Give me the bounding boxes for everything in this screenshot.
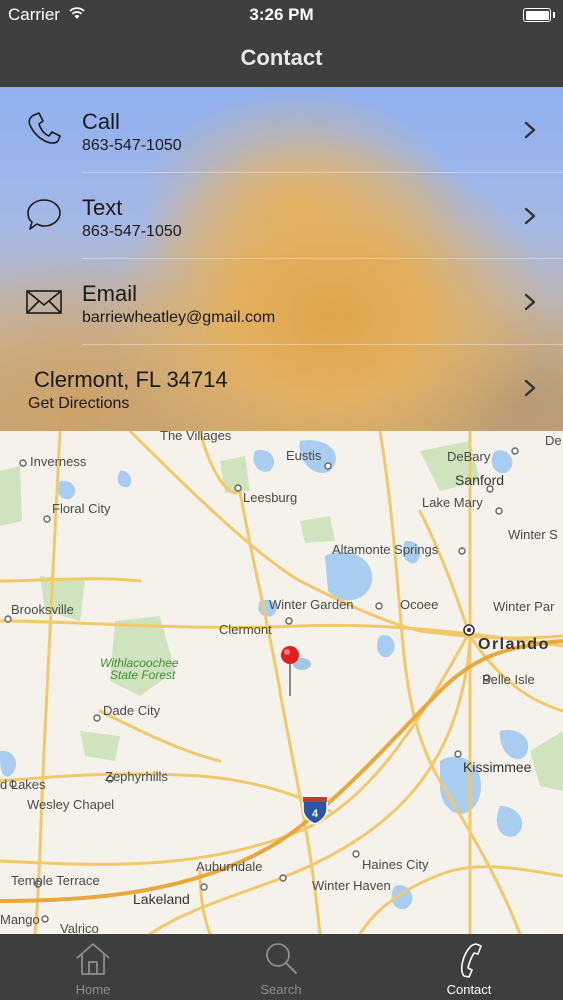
tab-home[interactable]: Home [33,934,153,1000]
call-label: Call [82,109,120,134]
address-label: Clermont, FL 34714 [34,367,228,392]
map-label: Orlando [478,636,550,653]
text-number: 863-547-1050 [82,223,182,240]
tab-home-label: Home [75,982,111,997]
map-label: Clermont [219,622,272,637]
map-label: d Lakes [0,777,46,792]
email-address: barriewheatley@gmail.com [82,309,276,326]
directions-row[interactable]: Clermont, FL 34714 Get Directions [0,345,563,431]
map-label: State Forest [110,668,176,682]
map-label: Zephyrhills [105,769,168,784]
phone-icon [28,112,61,144]
text-row[interactable]: Text 863-547-1050 [0,173,563,259]
email-label: Email [82,281,138,306]
map-label: DeBary [447,449,491,464]
navigation-bar: Contact [0,30,563,87]
call-row[interactable]: Call 863-547-1050 [0,87,563,173]
map-label: Lakeland [133,891,190,907]
tab-contact[interactable]: Contact [409,934,529,1000]
map-label: Belle Isle [482,672,535,687]
map-label: Brooksville [11,602,74,617]
map-view[interactable]: The Villages De Inverness Eustis DeBary … [0,431,563,934]
page-title: Contact [240,45,323,70]
chat-bubble-icon [27,199,61,230]
map-label: Mango [0,912,40,927]
envelope-icon [26,290,62,314]
map-label: De [545,433,562,448]
map-label: Valrico [60,921,99,934]
map-label: Wesley Chapel [27,797,114,812]
email-row[interactable]: Email barriewheatley@gmail.com [0,259,563,345]
map-label: Kissimmee [463,759,532,775]
map-label: Auburndale [196,859,263,874]
text-label: Text [82,195,123,220]
status-bar: Carrier 3:26 PM [0,0,563,30]
map-label: Temple Terrace [11,873,100,888]
map-label: Winter Haven [312,878,391,893]
chevron-right-icon [524,121,536,139]
map-pin-icon[interactable] [281,646,311,696]
tab-search-label: Search [260,982,302,997]
tab-search[interactable]: Search [221,934,341,1000]
chevron-right-icon [524,207,536,225]
chevron-right-icon [524,293,536,311]
phone-icon [461,943,482,978]
map-label: Winter S [508,527,558,542]
battery-icon [523,8,555,22]
tab-bar: Home Search Contact [0,934,563,1000]
map-label: Ocoee [400,597,438,612]
orlando-marker-dot [467,628,471,632]
map-label: Sanford [455,472,504,488]
chevron-right-icon [524,379,536,397]
home-icon [76,943,110,975]
map-label: Winter Garden [269,597,354,612]
interstate-number: 4 [312,808,319,820]
map-label: Floral City [52,501,111,516]
map-label: Lake Mary [422,495,483,510]
call-number: 863-547-1050 [82,137,182,154]
get-directions-label: Get Directions [28,395,130,412]
map-label: Inverness [30,454,87,469]
search-icon [266,943,297,974]
map-label: Haines City [362,857,429,872]
map-labels: The Villages De Inverness Eustis DeBary … [0,431,562,934]
map-label: Eustis [286,448,322,463]
map-label: Dade City [103,703,161,718]
map-label: Leesburg [243,490,297,505]
map-label: The Villages [160,431,232,443]
map-label: Winter Par [493,599,555,614]
map-label: Altamonte Springs [332,542,439,557]
map-canvas: The Villages De Inverness Eustis DeBary … [0,431,563,934]
clock: 3:26 PM [249,5,314,24]
tab-contact-label: Contact [446,982,492,997]
contact-panel: Call 863-547-1050 Text 863-547-1050 Emai… [0,87,563,431]
